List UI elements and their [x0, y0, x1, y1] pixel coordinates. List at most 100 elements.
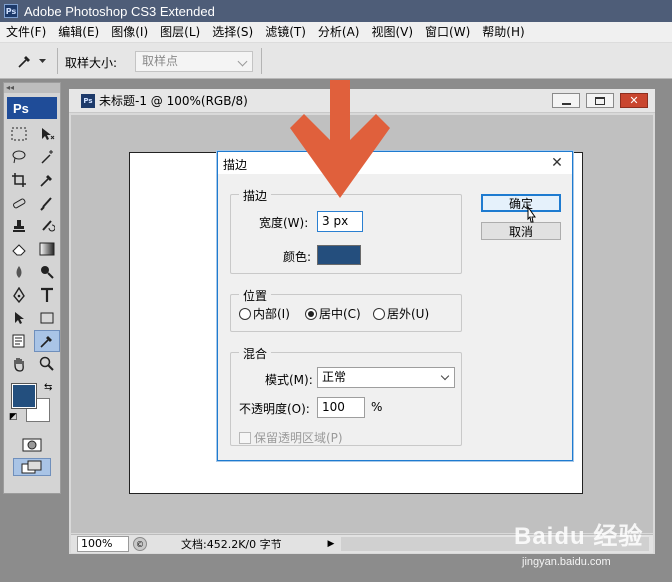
shape-tool[interactable] — [34, 307, 60, 329]
preserve-transparency-checkbox[interactable]: 保留透明区域(P) — [239, 429, 343, 446]
eyedropper-icon — [17, 56, 30, 68]
document-title: 未标题-1 @ 100%(RGB/8) — [99, 94, 248, 108]
stamp-icon — [13, 220, 25, 232]
ok-button[interactable]: 确定 — [481, 194, 561, 212]
screen-mode-icon — [21, 460, 42, 474]
eyedropper-tool-slot[interactable] — [34, 169, 60, 191]
checkbox[interactable] — [239, 431, 251, 444]
menu-view[interactable]: 视图(V) — [365, 22, 419, 43]
menu-layer[interactable]: 图层(L) — [154, 22, 206, 43]
radio-center[interactable]: 居中(C) — [305, 305, 361, 322]
maximize-button[interactable] — [586, 93, 614, 108]
quick-mask-icon — [22, 438, 42, 452]
eyedropper-icon — [40, 175, 52, 187]
radio-inside[interactable]: 内部(I) — [239, 305, 290, 322]
stroke-color-swatch[interactable] — [317, 245, 361, 265]
sample-size-label: 取样大小: — [65, 56, 118, 70]
minimize-button[interactable] — [552, 93, 580, 108]
cancel-button[interactable]: 取消 — [481, 222, 561, 240]
radio-outside[interactable]: 居外(U) — [373, 305, 429, 322]
rectangle-icon — [40, 312, 54, 324]
menu-edit[interactable]: 编辑(E) — [52, 22, 105, 43]
blend-mode-select[interactable]: 正常 — [317, 367, 455, 388]
radio-center-label: 居中(C) — [319, 307, 361, 321]
menu-file[interactable]: 文件(F) — [0, 22, 52, 43]
close-button[interactable]: ✕ — [620, 93, 648, 108]
menu-window[interactable]: 窗口(W) — [419, 22, 476, 43]
radio-button[interactable] — [373, 307, 385, 320]
eyedropper-tool[interactable] — [34, 330, 60, 352]
pen-icon — [13, 287, 25, 303]
divider — [261, 48, 262, 74]
watermark: Baidu 经验 jingyan.baidu.com — [500, 500, 670, 580]
move-tool[interactable] — [34, 123, 60, 145]
default-colors-icon[interactable]: ◩ — [9, 412, 18, 422]
path-selection-tool[interactable] — [6, 307, 32, 329]
drop-icon — [16, 266, 22, 278]
type-tool[interactable] — [34, 284, 60, 306]
dodge-tool[interactable] — [34, 261, 60, 283]
menu-image[interactable]: 图像(I) — [105, 22, 154, 43]
menu-analysis[interactable]: 分析(A) — [312, 22, 366, 43]
photoshop-logo-icon[interactable]: Ps — [7, 97, 57, 119]
gradient-tool[interactable] — [34, 238, 60, 260]
magnifier-icon — [39, 356, 54, 371]
radio-button[interactable] — [239, 307, 251, 320]
tool-preset-picker[interactable] — [8, 50, 54, 72]
stroke-group: 描边 宽度(W): 3 px 颜色: — [230, 187, 462, 274]
magic-wand-tool[interactable] — [34, 146, 60, 168]
position-group: 位置 内部(I) 居中(C) 居外(U) — [230, 287, 462, 332]
watermark-brand: Baidu 经验 — [514, 523, 644, 550]
pointer-icon — [15, 312, 24, 324]
blur-tool[interactable] — [6, 261, 32, 283]
eyedropper-icon — [40, 336, 52, 348]
note-icon — [12, 334, 25, 348]
quick-mask-button[interactable] — [13, 436, 51, 454]
dialog-close-button[interactable]: ✕ — [548, 154, 566, 172]
sample-size-select[interactable]: 取样点 — [135, 51, 253, 72]
dialog-title-bar[interactable]: 描边 ✕ — [218, 152, 572, 174]
screen-mode-button[interactable] — [13, 458, 51, 476]
pen-tool[interactable] — [6, 284, 32, 306]
history-brush-tool[interactable] — [34, 215, 60, 237]
tool-grid — [4, 122, 60, 376]
down-arrow-annotation-icon — [290, 80, 390, 198]
foreground-color-swatch[interactable] — [11, 383, 37, 409]
hand-tool[interactable] — [6, 353, 32, 375]
zoom-level-field[interactable]: 100% — [77, 536, 129, 552]
marquee-tool[interactable] — [6, 123, 32, 145]
document-size-status: 文档:452.2K/0 字节 — [181, 538, 282, 551]
lasso-tool[interactable] — [6, 146, 32, 168]
type-icon — [41, 287, 53, 302]
minimize-icon — [561, 102, 571, 105]
swap-colors-icon[interactable]: ⇆ — [44, 382, 52, 393]
bandage-icon — [13, 198, 26, 209]
radio-button-selected[interactable] — [305, 307, 317, 320]
crop-icon — [12, 173, 26, 187]
radio-outside-label: 居外(U) — [387, 307, 430, 321]
menu-help[interactable]: 帮助(H) — [476, 22, 530, 43]
opacity-unit: % — [371, 400, 383, 414]
photoshop-logo-icon: Ps — [4, 4, 18, 18]
width-input[interactable]: 3 px — [317, 211, 363, 232]
opacity-input[interactable]: 100 — [317, 397, 365, 418]
status-menu-arrow-icon[interactable]: ▶ — [325, 537, 337, 551]
chevron-down-icon — [237, 56, 248, 67]
status-info-icon[interactable]: © — [133, 537, 147, 551]
toolbox-collapse-handle[interactable]: ◂◂ — [4, 83, 60, 93]
crop-tool[interactable] — [6, 169, 32, 191]
brush-tool[interactable] — [34, 192, 60, 214]
clone-stamp-tool[interactable] — [6, 215, 32, 237]
notes-tool[interactable] — [6, 330, 32, 352]
blend-mode-value: 正常 — [322, 370, 347, 384]
close-icon: ✕ — [551, 155, 563, 171]
opacity-label: 不透明度(O): — [239, 402, 310, 416]
gradient-icon — [39, 242, 55, 256]
healing-brush-tool[interactable] — [6, 192, 32, 214]
menu-filter[interactable]: 滤镜(T) — [259, 22, 312, 43]
menu-select[interactable]: 选择(S) — [206, 22, 259, 43]
zoom-tool[interactable] — [34, 353, 60, 375]
preserve-transparency-label: 保留透明区域(P) — [254, 431, 343, 445]
eraser-tool[interactable] — [6, 238, 32, 260]
blend-group-legend: 混合 — [239, 345, 272, 362]
